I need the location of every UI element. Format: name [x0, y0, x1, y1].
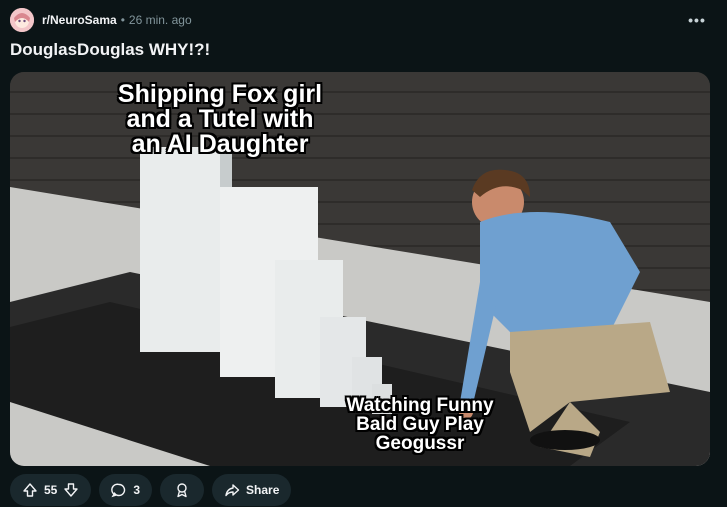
upvote-arrow-icon[interactable]	[22, 482, 38, 498]
upvote-count: 55	[44, 483, 58, 497]
meta-separator: •	[120, 13, 125, 27]
post-time: 26 min. ago	[128, 13, 192, 27]
more-options-button[interactable]: •••	[685, 8, 709, 32]
post-header: r/NeuroSama • 26 min. ago •••	[10, 8, 717, 32]
post-title[interactable]: DouglasDouglas WHY!?!	[10, 40, 210, 60]
comment-count: 3	[133, 483, 141, 497]
meme-top-caption: Shipping Fox girl and a Tutel with an AI…	[117, 80, 323, 158]
more-dots-icon: •••	[688, 12, 706, 28]
avatar-image	[10, 8, 34, 32]
award-icon	[174, 482, 190, 498]
downvote-arrow-icon[interactable]	[63, 482, 79, 498]
share-arrow-icon	[224, 482, 240, 498]
share-label: Share	[246, 483, 280, 497]
award-button[interactable]	[160, 474, 205, 506]
comment-bubble-icon	[111, 482, 127, 498]
subreddit-name[interactable]: r/NeuroSama	[42, 13, 117, 27]
subreddit-avatar[interactable]	[10, 8, 34, 32]
comments-button[interactable]: 3	[99, 474, 153, 506]
post-image[interactable]: Shipping Fox girl and a Tutel with an AI…	[10, 72, 710, 466]
post-action-bar: 55 3 Share	[10, 474, 292, 506]
share-button[interactable]: Share	[212, 474, 292, 506]
meme-bottom-caption: Watching Funny Bald Guy Play Geogussr	[346, 395, 494, 454]
vote-pill: 55	[10, 474, 92, 506]
